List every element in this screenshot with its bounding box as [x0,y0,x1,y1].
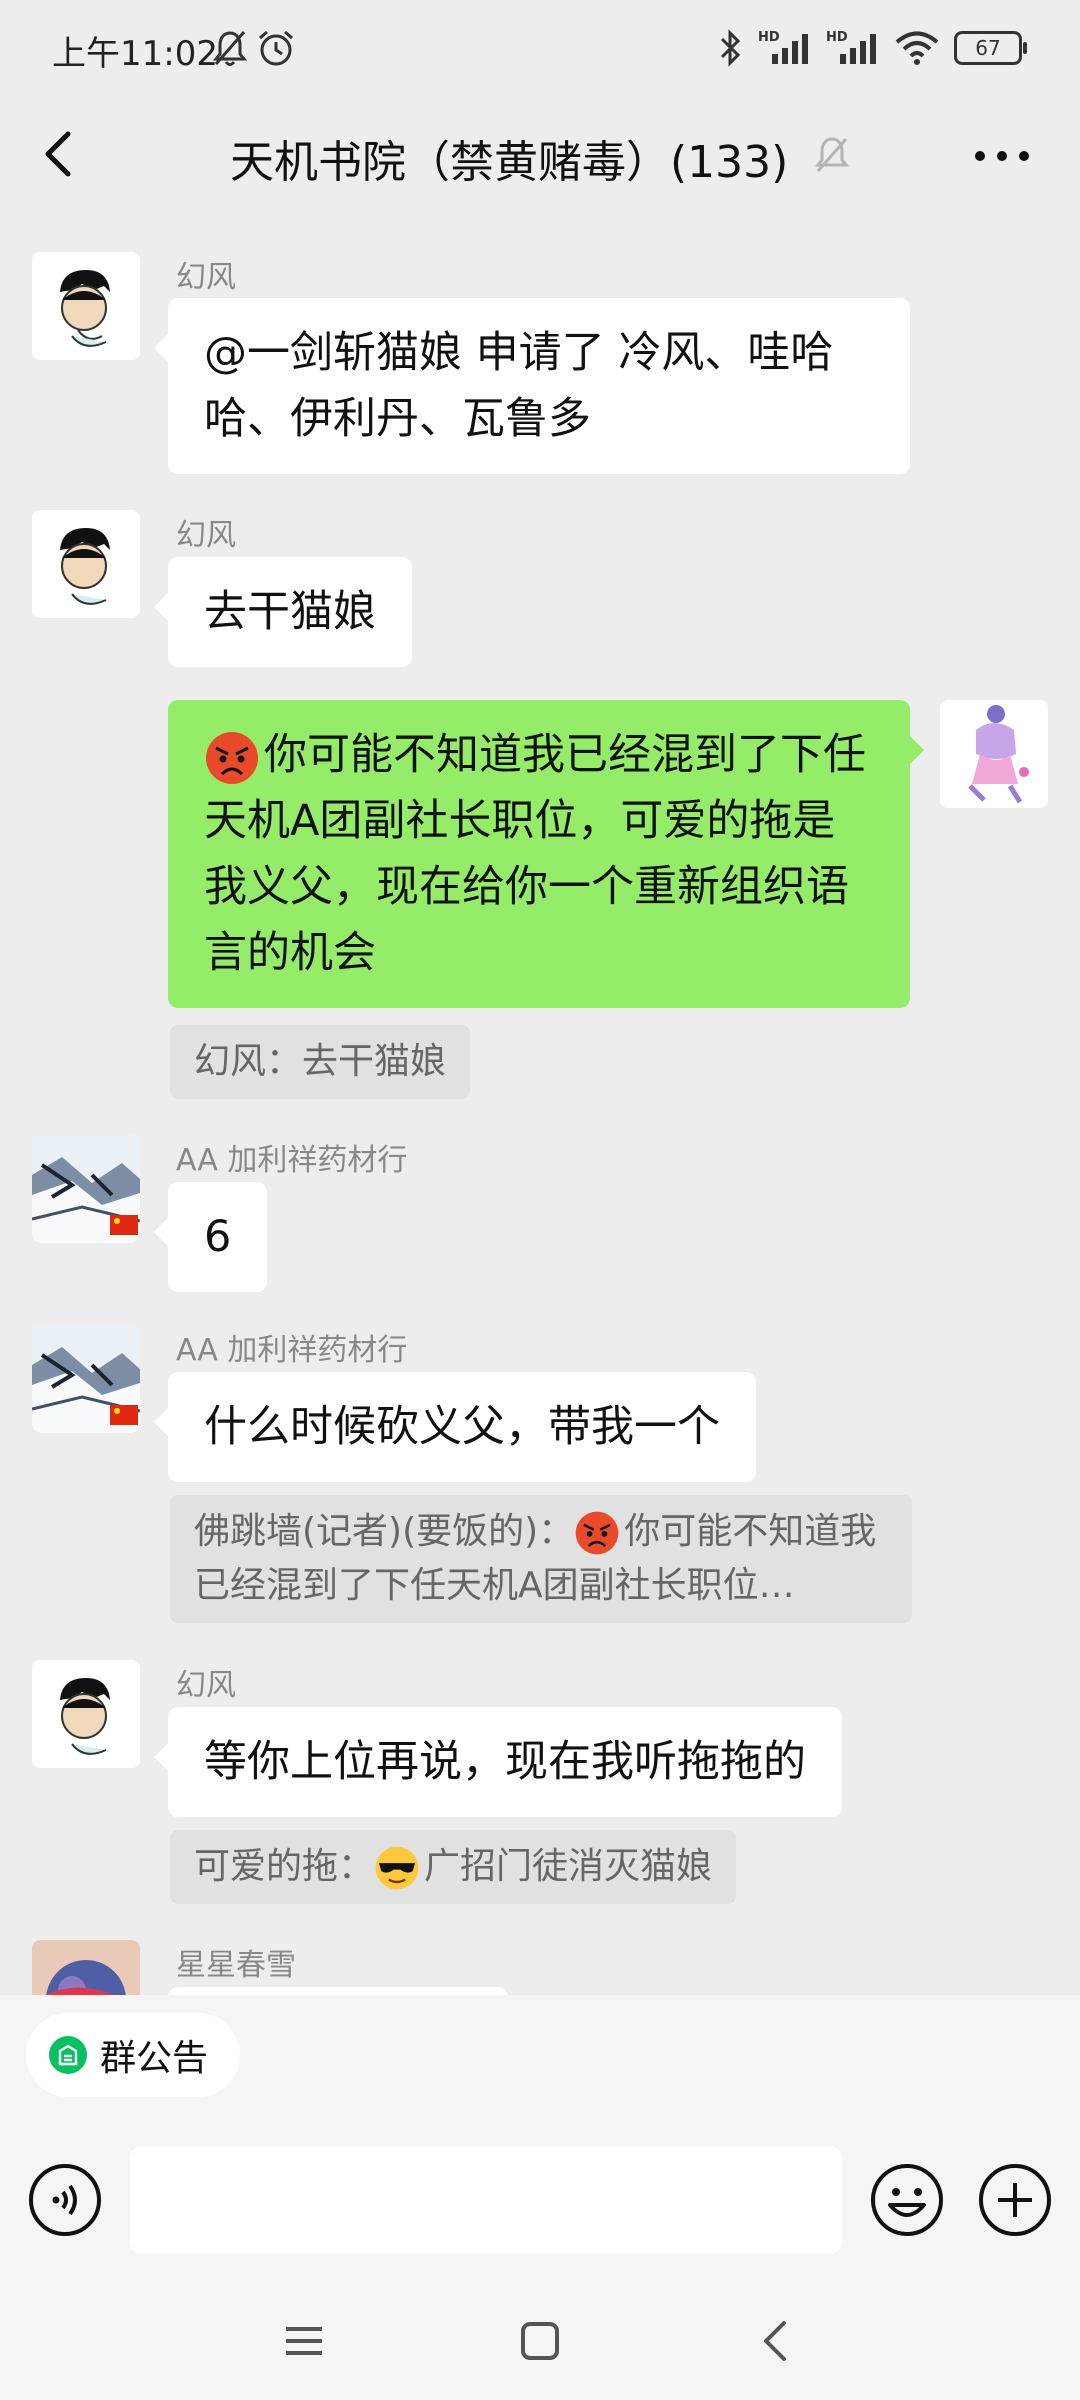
avatar[interactable] [32,1940,140,1995]
angry-face-emoji-icon [206,731,258,784]
quote-text: 广招门徒消灭猫娘 [424,1846,713,1887]
avatar[interactable] [32,510,140,618]
message-bubble[interactable]: @一剑斩猫娘 申请了 冷风、哇哈哈、伊利丹、瓦鲁多 [154,298,910,474]
message-bubble[interactable]: 6 [153,1182,268,1292]
quoted-reply[interactable]: 可爱的拖： 广招门徒消灭猫娘 [170,1830,737,1904]
avatar[interactable] [32,1660,140,1768]
message-text: 你可能不知道我已经混到了下任天机A团副社长职位，可爱的拖是我义父，现在给你一个重… [204,730,866,978]
status-icons-right: HD HD 67 [716,28,1027,68]
message-bubble[interactable]: 什么时候砍义父，带我一个 [154,1372,756,1482]
avatar[interactable] [32,1325,140,1433]
quoted-reply[interactable]: 幻风：去干猫娘 [170,1025,471,1099]
input-bar [0,2115,1080,2285]
message-bubble-outgoing[interactable]: 你可能不知道我已经混到了下任天机A团副社长职位，可爱的拖是我义父，现在给你一个重… [168,700,924,1008]
alarm-icon [259,30,293,66]
voice-icon [29,2164,101,2236]
recent-apps-button[interactable] [274,2311,334,2371]
message-bubble[interactable]: 等你上位再说，现在我听拖拖的 [154,1707,842,1817]
announcement-label: 群公告 [100,2038,209,2079]
bluetooth-icon [720,29,741,67]
quote-prefix: 佛跳墙(记者)(要饭的)： [194,1511,575,1552]
chevron-left-icon [764,2321,786,2361]
self-avatar[interactable] [940,700,1048,808]
chat-title: 天机书院（禁黄赌毒）(133) [230,137,789,188]
announcement-bar: 群公告 [0,1995,1080,2115]
sender-name: 幻风 [176,260,236,295]
bell-muted-icon [212,31,248,66]
group-announcement-button[interactable]: 群公告 [26,2013,241,2097]
smiley-icon [871,2164,943,2236]
plus-icon [979,2164,1051,2236]
menu-icon [286,2327,322,2355]
angry-face-emoji-icon [575,1511,619,1555]
system-nav-bar [0,2285,1080,2400]
signal-icon: HD [758,30,812,66]
sender-name: 幻风 [176,1668,236,1703]
message-bubble[interactable]: 去干猫娘 [154,557,412,667]
signal-icon: HD [826,30,880,66]
status-icons-left [212,28,296,68]
announcement-icon [49,2036,87,2074]
quoted-reply[interactable]: 佛跳墙(记者)(要饭的)： 你可能不知道我已经混到了下任天机A团副社长职位… [170,1495,912,1623]
home-button[interactable] [510,2311,570,2371]
sender-name: AA 加利祥药材行 [176,1333,408,1368]
title-bar: 天机书院（禁黄赌毒）(133) [0,100,1080,210]
chat-message-list[interactable]: 幻风 @一剑斩猫娘 申请了 冷风、哇哈哈、伊利丹、瓦鲁多 幻风 去干猫娘 你可能… [0,210,1080,1995]
home-square-icon [521,2322,559,2360]
more-button[interactable] [966,126,1038,186]
back-button[interactable] [32,122,92,186]
bell-muted-icon [814,137,850,172]
system-back-button[interactable] [746,2311,806,2371]
quote-prefix: 可爱的拖： [194,1846,375,1887]
more-functions-button[interactable] [978,2163,1052,2237]
status-time: 上午11:02 [52,34,218,74]
wifi-icon [895,31,939,65]
more-dots-icon [975,151,1029,161]
status-bar: 上午11:02 HD HD 67 [0,0,1080,100]
emoji-button[interactable] [870,2163,944,2237]
sender-name: 幻风 [176,518,236,553]
sender-name: 星星春雪 [176,1948,296,1983]
battery-indicator: 67 [954,31,1027,65]
chevron-left-icon [45,131,71,177]
sunglasses-face-emoji-icon [375,1846,419,1890]
sender-name: AA 加利祥药材行 [176,1143,408,1178]
message-input[interactable] [130,2147,842,2253]
message-bubble[interactable] [168,1987,508,1995]
voice-input-button[interactable] [28,2163,102,2237]
avatar[interactable] [32,252,140,360]
avatar[interactable] [32,1135,140,1243]
